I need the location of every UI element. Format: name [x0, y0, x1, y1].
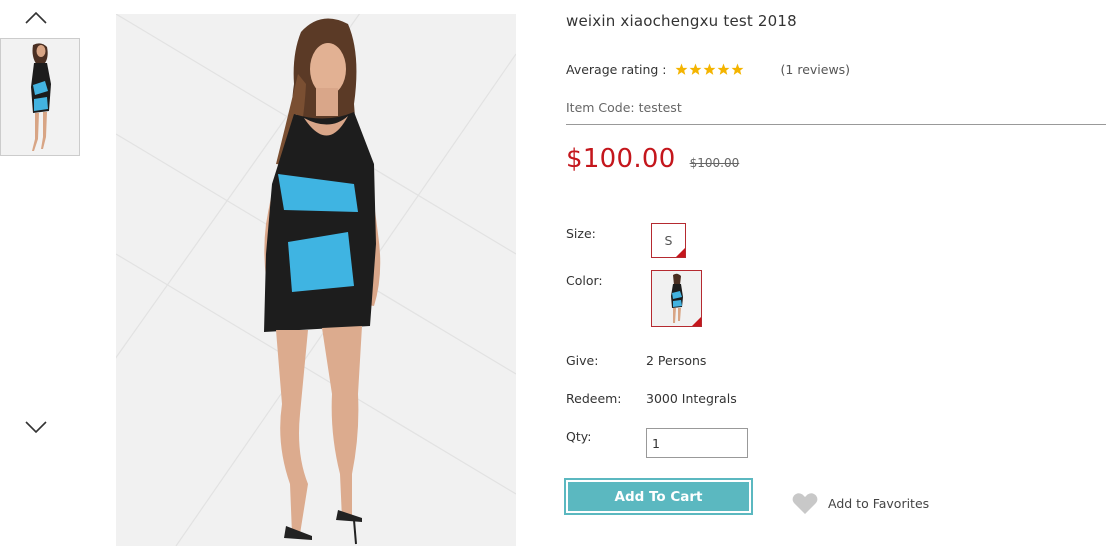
color-option-swatch[interactable]: [651, 270, 702, 327]
star-icon: [731, 63, 743, 75]
heart-icon: [792, 493, 818, 514]
selected-check-icon: [692, 317, 701, 326]
product-title: weixin xiaochengxu test 2018: [566, 12, 797, 30]
redeem-label: Redeem:: [566, 391, 622, 406]
divider: [566, 124, 1106, 125]
qty-input[interactable]: [646, 428, 748, 458]
give-label: Give:: [566, 353, 599, 368]
star-icon: [675, 63, 687, 75]
chevron-down-icon[interactable]: [24, 419, 48, 435]
product-thumbnail[interactable]: [0, 38, 80, 156]
item-code: Item Code: testest: [566, 100, 682, 115]
star-icon: [717, 63, 729, 75]
rating-row: Average rating : (1 reviews): [566, 62, 850, 77]
qty-label: Qty:: [566, 429, 592, 444]
give-value: 2 Persons: [646, 353, 707, 368]
chevron-up-icon[interactable]: [24, 10, 48, 26]
product-info-panel: weixin xiaochengxu test 2018 Average rat…: [564, 0, 1106, 553]
main-product-image[interactable]: [116, 14, 516, 546]
add-to-favorites-button[interactable]: Add to Favorites: [792, 492, 929, 515]
current-price: $100.00: [566, 144, 676, 174]
size-option-label: S: [664, 233, 673, 248]
star-icon: [703, 63, 715, 75]
selected-check-icon: [676, 248, 685, 257]
thumbnail-column: [0, 0, 82, 553]
add-to-cart-button[interactable]: Add To Cart: [564, 478, 753, 515]
size-label: Size:: [566, 226, 596, 241]
star-icon: [689, 63, 701, 75]
add-to-favorites-label: Add to Favorites: [828, 496, 930, 511]
rating-label: Average rating :: [566, 62, 667, 77]
reviews-link[interactable]: (1 reviews): [781, 62, 851, 77]
redeem-value: 3000 Integrals: [646, 391, 737, 406]
rating-stars: [675, 63, 745, 76]
original-price: $100.00: [689, 156, 740, 170]
color-label: Color:: [566, 273, 603, 288]
size-option-s[interactable]: S: [651, 223, 686, 258]
price-row: $100.00 $100.00: [566, 144, 739, 174]
